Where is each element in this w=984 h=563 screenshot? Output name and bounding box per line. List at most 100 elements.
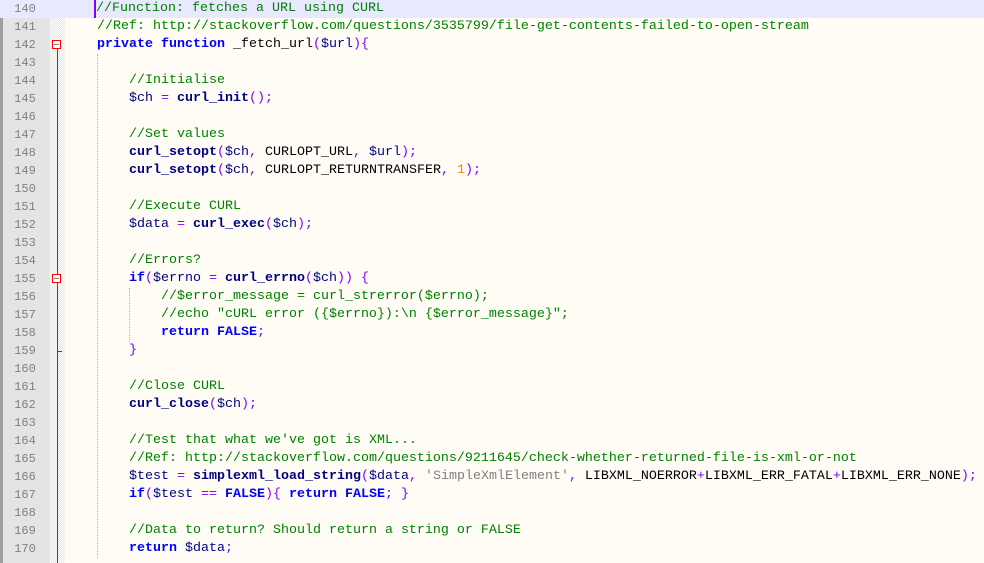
code-line[interactable]: 153: [0, 234, 984, 252]
code-line[interactable]: 141 //Ref: http://stackoverflow.com/ques…: [0, 18, 984, 36]
operator-token: ){: [265, 487, 281, 502]
code-text: curl_close($ch);: [65, 396, 984, 414]
code-line[interactable]: 148 curl_setopt($ch, CURLOPT_URL, $url);: [0, 144, 984, 162]
variable-token: $ch: [224, 163, 249, 178]
code-line[interactable]: 157 //echo "cURL error ({$errno}):\n {$e…: [0, 306, 984, 324]
line-number: 160: [14, 362, 36, 376]
operator-token: (: [145, 487, 153, 502]
code-line[interactable]: 154 //Errors?: [0, 252, 984, 270]
code-text: //Test that what we've got is XML...: [65, 432, 984, 450]
line-number: 156: [14, 290, 36, 304]
operator-token: ;: [385, 487, 393, 502]
comment-token: //echo "cURL error ({$errno}):\n {$error…: [160, 307, 569, 322]
comment-token: //Ref: http://stackoverflow.com/question…: [97, 19, 809, 34]
code-line[interactable]: 149 curl_setopt($ch, CURLOPT_RETURNTRANS…: [0, 162, 984, 180]
code-line[interactable]: 144 //Initialise: [0, 72, 984, 90]
code-text: $ch = curl_init();: [65, 90, 984, 108]
code-line[interactable]: 142 private function _fetch_url($url){: [0, 36, 984, 54]
code-line[interactable]: 155 if($errno = curl_errno($ch)) {: [0, 270, 984, 288]
code-text: //Ref: http://stackoverflow.com/question…: [65, 450, 984, 468]
comment-token: //Data to return? Should return a string…: [129, 523, 521, 538]
code-line[interactable]: 167 if($test == FALSE){ return FALSE; }: [0, 486, 984, 504]
variable-token: $ch: [312, 271, 337, 286]
line-number: 145: [14, 92, 36, 106]
fold-collapse-icon[interactable]: [52, 40, 61, 49]
line-number: 155: [14, 272, 36, 286]
code-line[interactable]: 169 //Data to return? Should return a st…: [0, 522, 984, 540]
string-token: 'SimpleXmlElement': [424, 469, 569, 484]
code-line[interactable]: 160: [0, 360, 984, 378]
text-token: LIBXML_NOERROR: [576, 469, 697, 484]
code-line[interactable]: 150: [0, 180, 984, 198]
operator-token: =: [209, 271, 217, 286]
code-line[interactable]: 140 //Function: fetches a URL using CURL: [0, 0, 984, 18]
code-line[interactable]: 151 //Execute CURL: [0, 198, 984, 216]
keyword-token: return: [289, 487, 337, 502]
variable-token: $data: [185, 541, 225, 556]
code-text: private function _fetch_url($url){: [65, 36, 984, 54]
code-text: }: [65, 342, 984, 360]
indent-guide: [129, 288, 130, 342]
line-number: 150: [14, 182, 36, 196]
comment-token: //Test that what we've got is XML...: [129, 433, 417, 448]
operator-token: =: [177, 217, 185, 232]
code-line[interactable]: 147 //Set values: [0, 126, 984, 144]
keyword-token: function: [161, 37, 225, 52]
function-name-token: curl_setopt: [129, 163, 217, 178]
operator-token: );: [464, 163, 481, 178]
fold-collapse-icon[interactable]: [52, 274, 61, 283]
code-editor[interactable]: 140//Function: fetches a URL using CURL 1…: [0, 0, 984, 563]
operator-token: ==: [201, 487, 217, 502]
comment-token: //$error_message = curl_strerror($errno)…: [160, 289, 489, 304]
operator-token: ;: [256, 325, 265, 340]
operator-token: (: [208, 397, 217, 412]
keyword-token: FALSE: [345, 487, 385, 502]
variable-token: $url: [368, 145, 401, 160]
code-line[interactable]: 165 //Ref: http://stackoverflow.com/ques…: [0, 450, 984, 468]
operator-token: (: [216, 145, 225, 160]
function-name-token: simplexml_load_string: [193, 469, 361, 484]
code-line[interactable]: 152 $data = curl_exec($ch);: [0, 216, 984, 234]
function-name-token: curl_init: [177, 91, 249, 106]
code-line[interactable]: 143: [0, 54, 984, 72]
code-line[interactable]: 159 }: [0, 342, 984, 360]
function-name-token: curl_setopt: [129, 145, 217, 160]
variable-token: $ch: [216, 397, 241, 412]
operator-token: (: [312, 37, 321, 52]
fold-end-marker: [57, 351, 62, 352]
operator-token: ;: [225, 541, 233, 556]
operator-token: ,: [248, 163, 257, 178]
code-text: //Set values: [65, 126, 984, 144]
line-number: 167: [14, 488, 36, 502]
comment-token: //Ref: http://stackoverflow.com/question…: [129, 451, 857, 466]
comment-token: //Execute CURL: [129, 199, 241, 214]
code-line[interactable]: 162 curl_close($ch);: [0, 396, 984, 414]
comment-token: //Set values: [129, 127, 225, 142]
line-number: 149: [14, 164, 36, 178]
code-line[interactable]: 156 //$error_message = curl_strerror($er…: [0, 288, 984, 306]
keyword-token: if: [129, 487, 145, 502]
code-text: //Data to return? Should return a string…: [65, 522, 984, 540]
operator-token: }: [401, 487, 409, 502]
code-line[interactable]: 164 //Test that what we've got is XML...: [0, 432, 984, 450]
indent-guide: [97, 54, 98, 558]
code-line[interactable]: 145 $ch = curl_init();: [0, 90, 984, 108]
code-line[interactable]: 170 return $data;: [0, 540, 984, 558]
code-line[interactable]: 163: [0, 414, 984, 432]
code-line[interactable]: 168: [0, 504, 984, 522]
code-line[interactable]: 166 $test = simplexml_load_string($data,…: [0, 468, 984, 486]
code-line[interactable]: 158 return FALSE;: [0, 324, 984, 342]
operator-token: (: [304, 271, 313, 286]
code-text: curl_setopt($ch, CURLOPT_RETURNTRANSFER,…: [65, 162, 984, 180]
operator-token: }: [129, 343, 137, 358]
variable-token: $ch: [129, 91, 153, 106]
code-line[interactable]: 161 //Close CURL: [0, 378, 984, 396]
code-line[interactable]: 146: [0, 108, 984, 126]
